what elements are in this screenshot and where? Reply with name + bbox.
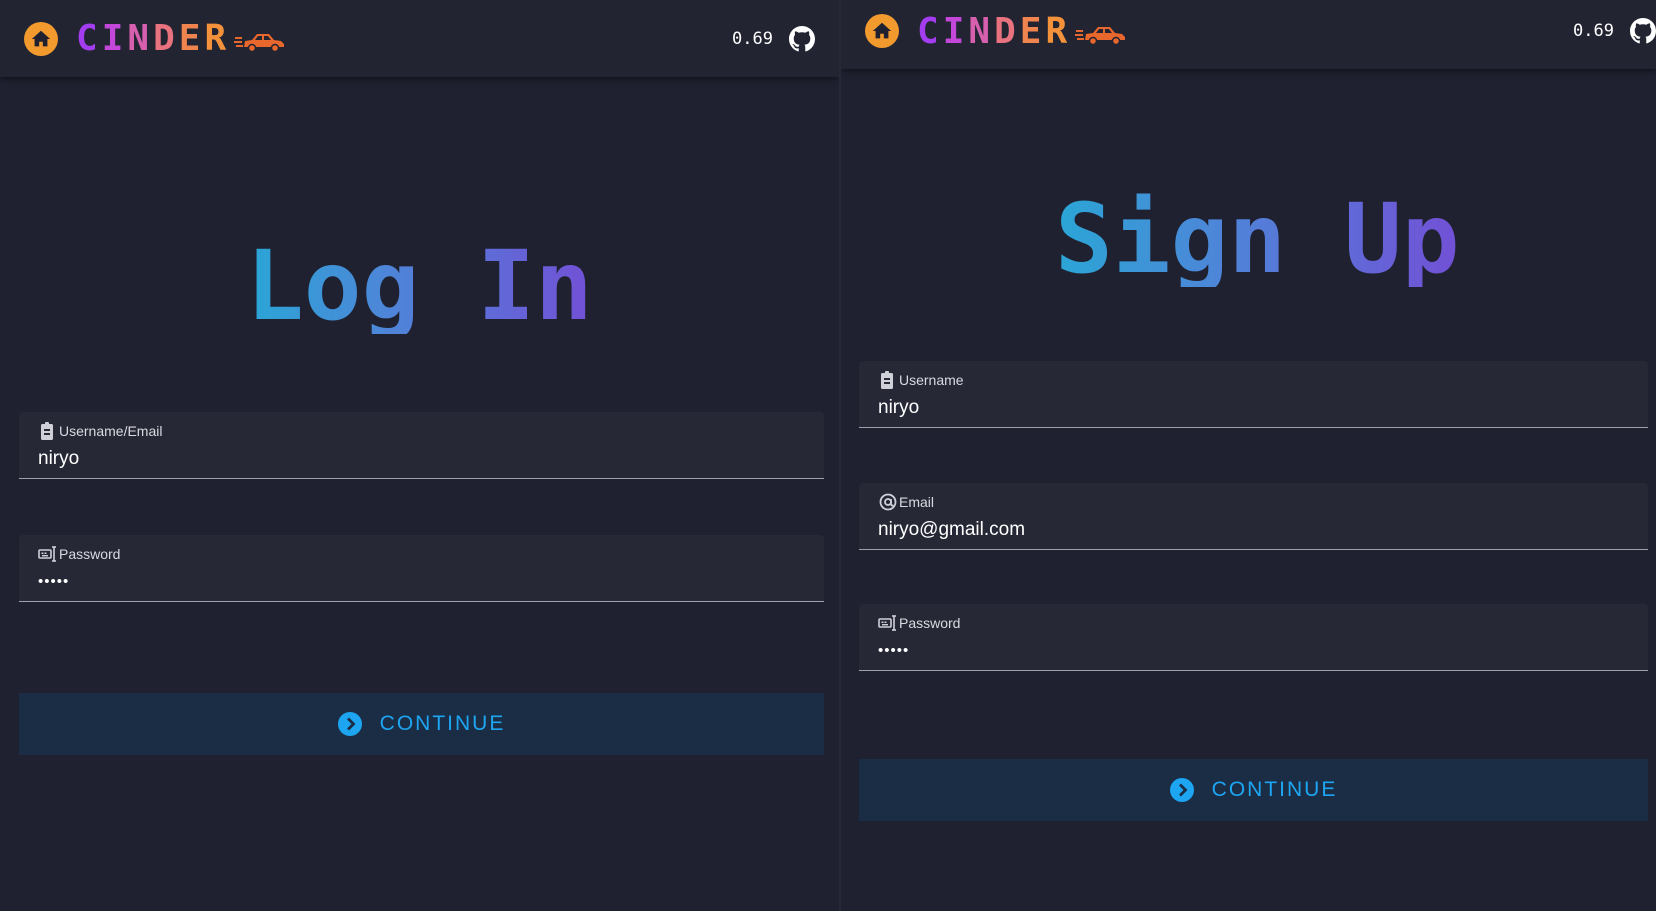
field-value: niryo xyxy=(38,448,80,469)
github-icon[interactable] xyxy=(1630,18,1656,44)
home-icon xyxy=(31,30,51,47)
brand-letter: R xyxy=(204,18,231,59)
continue-label: CONTINUE xyxy=(379,712,506,735)
field-value: ••••• xyxy=(38,573,70,590)
keyboard-icon xyxy=(38,546,56,562)
home-icon xyxy=(872,22,892,39)
brand-letter: N xyxy=(127,18,154,59)
brand-name: CINDER xyxy=(76,18,230,59)
home-button[interactable] xyxy=(24,22,58,56)
field-label: Username xyxy=(899,372,964,388)
badge-icon xyxy=(41,422,53,440)
brand-letter: D xyxy=(153,18,179,59)
username-field[interactable]: Username niryo xyxy=(859,361,1648,428)
version-label: 0.69 xyxy=(732,29,773,49)
brand-letter: C xyxy=(76,18,102,59)
brand-letter: I xyxy=(101,18,128,59)
github-icon[interactable] xyxy=(789,26,815,52)
signup-panel: CINDER 0.69 Sign Up Username niryo Email… xyxy=(841,0,1656,911)
brand-letter: I xyxy=(942,11,969,52)
password-field[interactable]: Password ••••• xyxy=(19,535,824,602)
password-field[interactable]: Password ••••• xyxy=(859,604,1648,671)
chevron-right-circle-icon xyxy=(337,712,362,736)
car-icon xyxy=(234,33,285,52)
field-label: Password xyxy=(59,546,121,562)
keyboard-icon xyxy=(878,615,896,631)
brand-letter: N xyxy=(968,11,995,52)
field-value: ••••• xyxy=(878,642,910,659)
badge-icon xyxy=(881,371,893,389)
continue-button[interactable]: CONTINUE xyxy=(859,759,1648,821)
username-email-field[interactable]: Username/Email niryo xyxy=(19,412,824,479)
field-label: Email xyxy=(899,494,935,510)
brand-letter: C xyxy=(917,11,943,52)
brand-letter: E xyxy=(178,18,205,59)
brand-letter: E xyxy=(1019,11,1046,52)
car-icon xyxy=(1075,26,1126,45)
brand-logo[interactable]: CINDER xyxy=(76,18,286,59)
app-bar: CINDER 0.69 xyxy=(841,0,1656,69)
field-label: Password xyxy=(899,615,961,631)
brand-letter: D xyxy=(994,11,1020,52)
continue-label: CONTINUE xyxy=(1211,778,1338,801)
home-button[interactable] xyxy=(865,14,899,48)
email-field[interactable]: Email niryo@gmail.com xyxy=(859,483,1648,550)
page-title: Log In xyxy=(246,230,593,342)
brand-letter: R xyxy=(1045,11,1072,52)
field-label: Username/Email xyxy=(59,423,163,439)
chevron-right-circle-icon xyxy=(1169,778,1194,802)
app-bar: CINDER 0.69 xyxy=(0,0,839,77)
brand-name: CINDER xyxy=(917,11,1071,52)
at-icon xyxy=(879,493,897,511)
field-value: niryo@gmail.com xyxy=(878,519,1026,540)
continue-button[interactable]: CONTINUE xyxy=(19,693,824,755)
login-panel: CINDER 0.69 Log In Username/Email niryo … xyxy=(0,0,839,911)
field-value: niryo xyxy=(878,397,920,418)
brand-logo[interactable]: CINDER xyxy=(917,11,1127,52)
version-label: 0.69 xyxy=(1573,21,1614,41)
page-title: Sign Up xyxy=(1055,183,1460,295)
